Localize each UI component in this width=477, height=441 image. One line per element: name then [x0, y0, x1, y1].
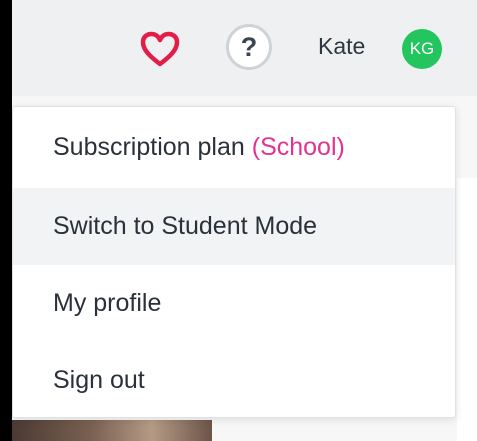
- menu-item-switch-mode[interactable]: Switch to Student Mode: [13, 188, 455, 265]
- account-dropdown-menu: Subscription plan (School) Switch to Stu…: [12, 106, 456, 418]
- subscription-label: Subscription plan: [53, 133, 245, 161]
- heart-icon[interactable]: [140, 31, 180, 67]
- user-name[interactable]: Kate: [318, 33, 365, 60]
- menu-item-subscription-plan[interactable]: Subscription plan (School): [13, 107, 455, 188]
- top-bar: ? Kate KG: [12, 0, 477, 96]
- page-content-edge: [457, 178, 477, 441]
- menu-item-my-profile[interactable]: My profile: [13, 265, 455, 342]
- help-button[interactable]: ?: [226, 24, 272, 70]
- app-page: ? Kate KG Subscription plan (School) Swi…: [12, 0, 477, 441]
- background-photo: [12, 420, 212, 441]
- subscription-plan-tag: (School): [251, 133, 345, 161]
- menu-item-sign-out[interactable]: Sign out: [13, 342, 455, 417]
- avatar[interactable]: KG: [402, 29, 442, 69]
